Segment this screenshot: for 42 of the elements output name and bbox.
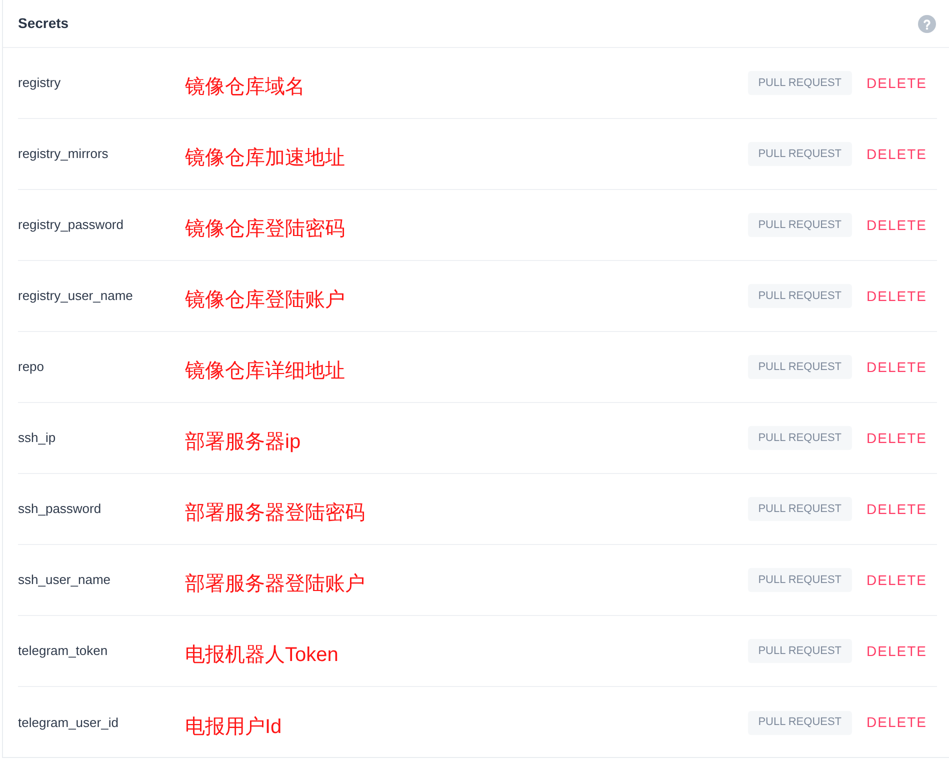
pull-request-tag: PULL REQUEST	[748, 497, 852, 521]
delete-button[interactable]: DELETE	[866, 72, 927, 94]
delete-button[interactable]: DELETE	[866, 214, 927, 236]
annotation-text: 部署服务器ip	[185, 431, 301, 453]
secret-name: registry	[18, 75, 61, 90]
pull-request-tag: PULL REQUEST	[748, 426, 852, 450]
pull-request-tag: PULL REQUEST	[748, 639, 852, 663]
delete-button[interactable]: DELETE	[866, 498, 927, 520]
secret-name: ssh_ip	[18, 430, 56, 445]
delete-button[interactable]: DELETE	[866, 712, 927, 733]
annotation-text: 电报用户Id	[185, 716, 282, 738]
secret-name: registry_password	[18, 217, 124, 232]
pull-request-tag: PULL REQUEST	[748, 355, 852, 379]
pull-request-tag: PULL REQUEST	[748, 142, 852, 166]
annotation-text: 镜像仓库登陆密码	[185, 218, 345, 240]
secret-name: telegram_user_id	[18, 714, 118, 730]
pull-request-tag: PULL REQUEST	[748, 71, 852, 95]
annotation-text: 镜像仓库域名	[185, 76, 305, 98]
delete-button[interactable]: DELETE	[866, 144, 927, 164]
delete-button[interactable]: DELETE	[866, 286, 927, 306]
secret-name: ssh_password	[18, 501, 102, 516]
secret-name: ssh_user_name	[18, 572, 110, 587]
delete-button[interactable]: DELETE	[866, 428, 927, 448]
delete-button[interactable]: DELETE	[866, 640, 927, 662]
pull-request-tag: PULL REQUEST	[748, 284, 852, 308]
help-icon[interactable]	[918, 14, 936, 32]
pull-request-tag: PULL REQUEST	[748, 710, 852, 734]
annotation-text: 部署服务器登陆密码	[185, 502, 365, 524]
secret-name: registry_mirrors	[18, 146, 108, 161]
pull-request-tag: PULL REQUEST	[748, 568, 852, 592]
annotation-text: 部署服务器登陆账户	[185, 573, 365, 595]
secret-name: telegram_token	[18, 643, 108, 658]
secret-name: registry_user_name	[18, 288, 133, 303]
pull-request-tag: PULL REQUEST	[748, 213, 852, 237]
annotation-text: 电报机器人Token	[185, 644, 338, 666]
secret-name: repo	[18, 359, 44, 374]
panel-title: Secrets	[18, 14, 69, 33]
annotation-text: 镜像仓库加速地址	[185, 147, 345, 169]
delete-button[interactable]: DELETE	[866, 356, 927, 378]
annotation-text: 镜像仓库详细地址	[185, 360, 345, 382]
annotation-text: 镜像仓库登陆账户	[185, 289, 345, 311]
delete-button[interactable]: DELETE	[866, 570, 927, 590]
